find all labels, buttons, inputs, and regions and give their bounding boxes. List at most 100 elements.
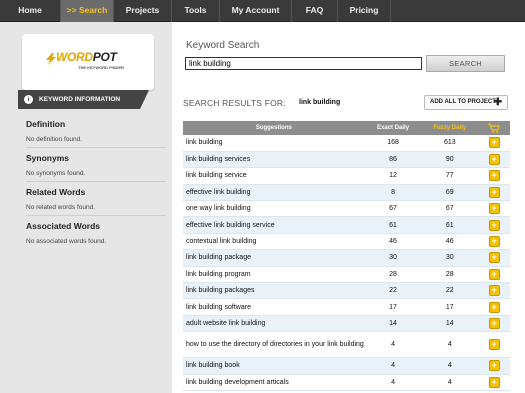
fuzzy-daily-cell: 67 [421,200,479,218]
add-to-project-button[interactable]: + [488,186,500,198]
table-row: link building packages 22 22 + [183,282,510,300]
table-row: effective link building service 61 61 + [183,216,510,234]
add-to-project-button[interactable]: + [488,360,500,372]
synonyms-title: Synonyms [26,153,69,163]
exact-daily-cell: 4 [364,331,422,359]
fuzzy-daily-cell: 17 [421,298,479,316]
nav-home[interactable]: Home [0,0,61,22]
synonyms-section: Synonyms No synonyms found. [26,148,166,182]
cart-icon [488,123,500,133]
exact-daily-cell: 14 [364,315,422,333]
add-to-project-button[interactable]: + [488,317,500,329]
add-to-project-button[interactable]: + [488,170,500,182]
logo-pot: POT [92,50,117,64]
definition-value: No definition found. [26,136,83,143]
add-to-project-button[interactable]: + [488,339,500,351]
definition-title: Definition [26,119,66,129]
add-to-project-button[interactable]: + [488,154,500,166]
logo-word: WORD [56,50,93,64]
add-to-project-button[interactable]: + [488,137,500,149]
add-to-project-button[interactable]: + [488,252,500,264]
keyword-cell: effective link building [183,184,365,202]
fuzzy-daily-cell: 30 [421,249,479,267]
nav-my-account[interactable]: My Account [220,0,292,22]
add-all-to-project-button[interactable]: ADD ALL TO PROJECT ✚ [424,95,508,110]
table-row: link building services 86 90 + [183,151,510,169]
col-fuzzy-daily[interactable]: Fuzzy Daily [421,121,478,135]
search-button[interactable]: SEARCH [426,55,505,72]
keyword-cell: link building package [183,249,365,267]
plus-icon: ✚ [493,97,502,108]
table-row: link building software 17 17 + [183,298,510,316]
keyword-cell: link building service [183,167,365,185]
exact-daily-cell: 4 [364,374,422,391]
fuzzy-daily-cell: 28 [421,266,479,284]
keyword-cell: link building software [183,298,365,316]
col-exact-daily[interactable]: Exact Daily [365,121,422,135]
fuzzy-daily-cell: 22 [421,282,479,300]
exact-daily-cell: 30 [364,249,422,267]
table-row: link building package 30 30 + [183,249,510,267]
nav-projects[interactable]: Projects [114,0,172,22]
fuzzy-daily-cell: 61 [421,216,479,234]
exact-daily-cell: 17 [364,298,422,316]
fuzzy-daily-cell: 69 [421,184,479,202]
exact-daily-cell: 61 [364,216,422,234]
exact-daily-cell: 67 [364,200,422,218]
keyword-cell: link building services [183,151,365,169]
fuzzy-daily-cell: 77 [421,167,479,185]
add-to-project-button[interactable]: + [488,219,500,231]
add-to-project-button[interactable]: + [488,285,500,297]
nav-pricing[interactable]: Pricing [338,0,391,22]
search-results-label: SEARCH RESULTS FOR: [183,98,286,108]
definition-section: Definition No definition found. [26,114,166,148]
keyword-cell: link building program [183,266,365,284]
table-row: effective link building 8 69 + [183,184,510,202]
related-words-value: No related words found. [26,204,96,211]
fuzzy-daily-cell: 4 [421,357,479,375]
associated-words-value: No associated words found. [26,238,107,245]
add-all-label: ADD ALL TO PROJECT [430,99,496,105]
keyword-cell: how to use the directory of directories … [183,331,365,359]
nav-tools[interactable]: Tools [172,0,220,22]
nav-search[interactable]: >> Search [61,0,114,22]
fuzzy-daily-cell: 4 [421,374,479,391]
add-to-project-button[interactable]: + [488,376,500,388]
results-header-row: Suggestions Exact Daily Fuzzy Daily [183,121,510,135]
keyword-cell: adult website link building [183,315,365,333]
table-row: link building service 12 77 + [183,167,510,185]
synonyms-value: No synonyms found. [26,170,86,177]
top-nav: Home >> Search Projects Tools My Account… [0,0,525,22]
keyword-cell: link building [183,135,365,152]
col-suggestions[interactable]: Suggestions [183,121,365,135]
main-content: Keyword Search SEARCH SEARCH RESULTS FOR… [172,22,525,393]
exact-daily-cell: 28 [364,266,422,284]
table-row: link building program 28 28 + [183,266,510,284]
info-icon: i [24,95,33,104]
keyword-cell: link building packages [183,282,365,300]
keyword-cell: link building book [183,357,365,375]
nav-faq[interactable]: FAQ [292,0,338,22]
add-to-project-button[interactable]: + [488,203,500,215]
keyword-cell: effective link building service [183,216,365,234]
keyword-information-panel: Definition No definition found. Synonyms… [26,114,166,254]
keyword-information-header: i KEYWORD INFORMATION [18,90,149,109]
keyword-search-label: Keyword Search [186,40,260,51]
exact-daily-cell: 168 [364,135,422,152]
add-to-project-button[interactable]: + [488,301,500,313]
keyword-cell: one way link building [183,200,365,218]
add-to-project-button[interactable]: + [488,268,500,280]
search-input[interactable] [185,57,422,70]
exact-daily-cell: 8 [364,184,422,202]
exact-daily-cell: 4 [364,357,422,375]
table-row: adult website link building 14 14 + [183,315,510,333]
logo[interactable]: WORDPOT THE KEYWORD FINDER [22,34,154,90]
fuzzy-daily-cell: 4 [421,331,479,359]
fuzzy-daily-cell: 14 [421,315,479,333]
search-results-term: link building [299,99,341,106]
add-to-project-button[interactable]: + [488,236,500,248]
exact-daily-cell: 46 [364,233,422,251]
table-row: link building book 4 4 + [183,357,510,375]
exact-daily-cell: 12 [364,167,422,185]
exact-daily-cell: 86 [364,151,422,169]
